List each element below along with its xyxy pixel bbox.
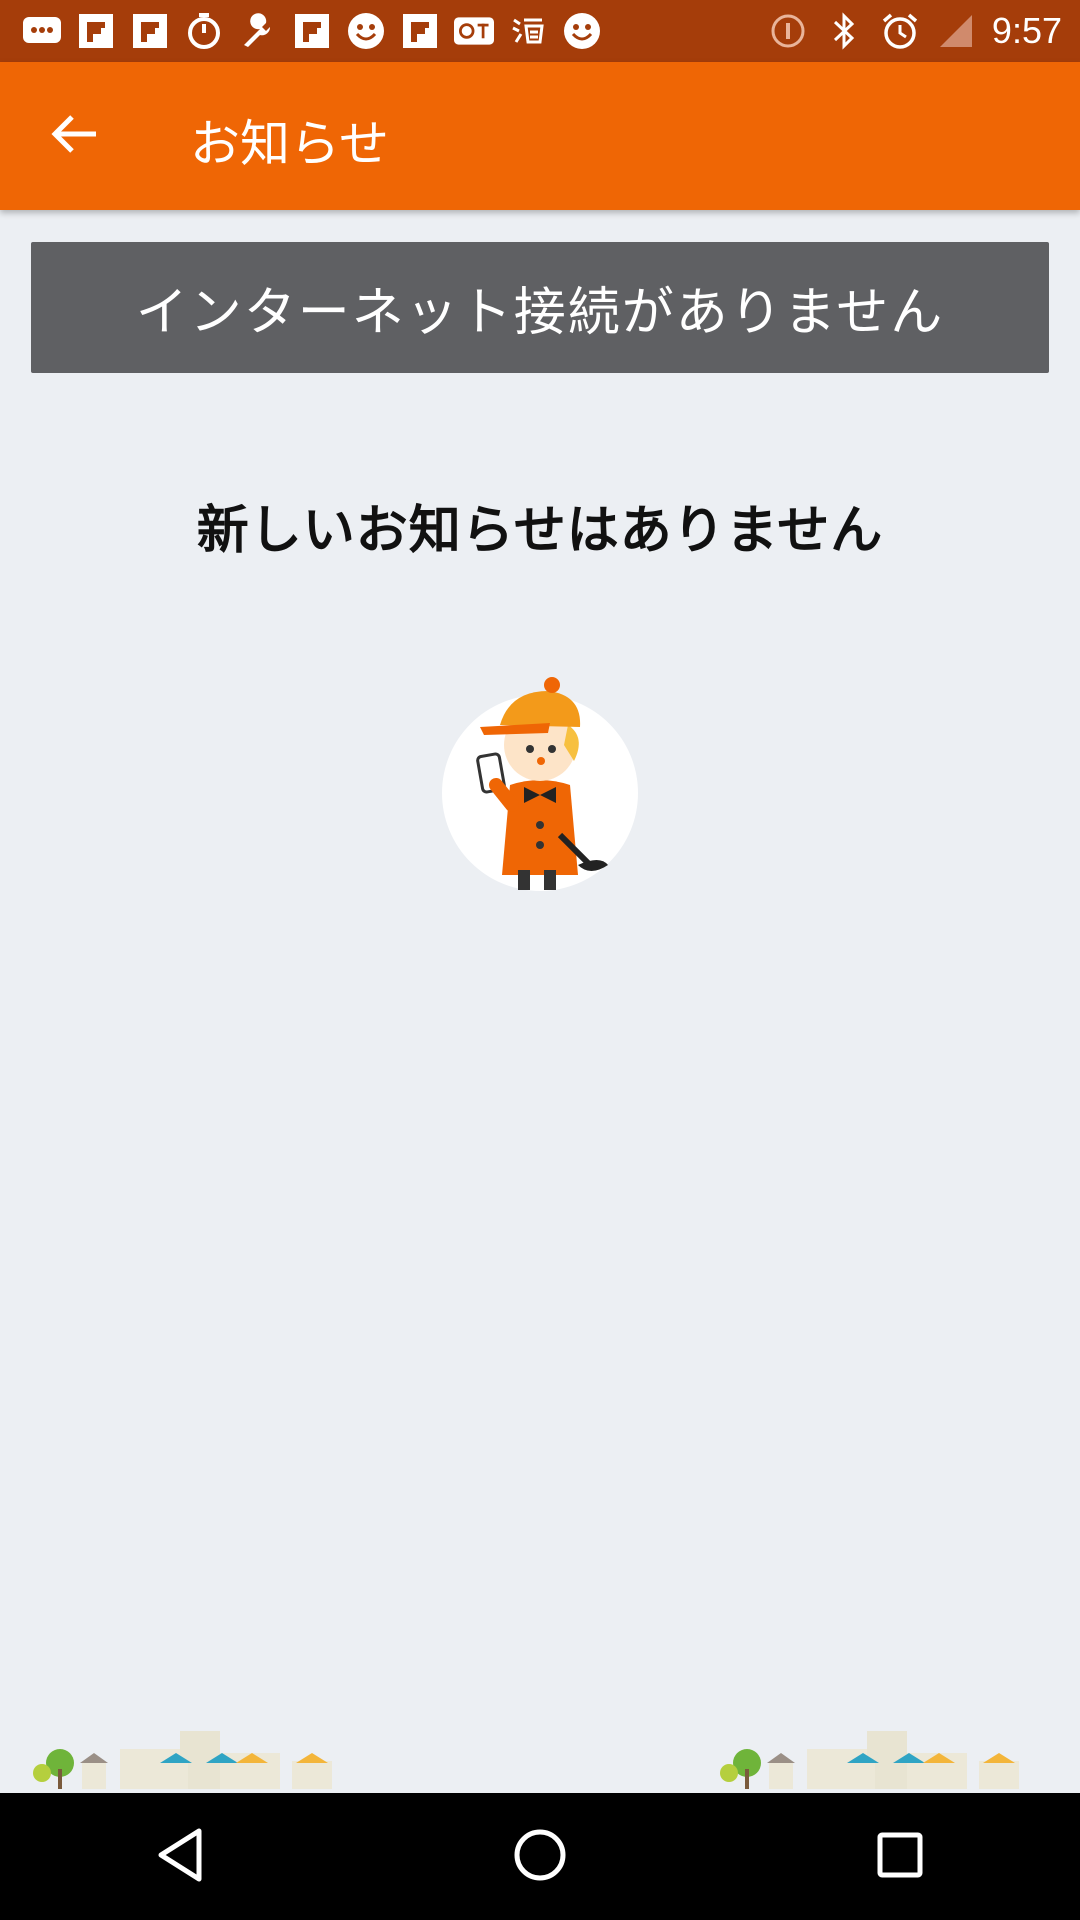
alarm-icon (880, 11, 920, 51)
flipboard-icon (400, 11, 440, 51)
system-icons: 9:57 (768, 10, 1080, 52)
arrow-back-icon (50, 113, 98, 159)
nav-home-button[interactable] (480, 1797, 600, 1917)
timer-icon (184, 11, 224, 51)
status-bar: 9:57 (0, 0, 1080, 62)
navigation-bar (0, 1793, 1080, 1920)
flipboard-icon (76, 11, 116, 51)
notification-icons (0, 11, 602, 51)
recents-square-icon (876, 1831, 924, 1883)
signal-off-icon (936, 11, 976, 51)
banner-text: インターネット接続がありません (135, 283, 945, 343)
flipboard-icon (292, 11, 332, 51)
empty-state-message: 新しいお知らせはありません (196, 501, 884, 561)
app-bar: お知らせ (0, 62, 1080, 210)
qq-icon (454, 11, 494, 51)
message-icon (22, 11, 62, 51)
info-circle-icon (768, 11, 808, 51)
taobao-icon (508, 11, 548, 51)
back-triangle-icon (155, 1827, 205, 1887)
flipboard-icon (130, 11, 170, 51)
town-illustration (30, 1723, 350, 1793)
town-illustration (717, 1723, 1037, 1793)
page-title: お知らせ (190, 115, 389, 173)
wrench-icon (238, 11, 278, 51)
home-circle-icon (513, 1828, 567, 1886)
back-button[interactable] (40, 106, 108, 166)
nav-back-button[interactable] (120, 1797, 240, 1917)
smiley-icon (346, 11, 386, 51)
status-time: 9:57 (991, 10, 1062, 51)
nav-recents-button[interactable] (840, 1797, 960, 1917)
bluetooth-icon (824, 11, 864, 51)
smiley-icon (562, 11, 602, 51)
no-internet-banner: インターネット接続がありません (31, 242, 1049, 373)
detective-mascot-illustration (440, 665, 640, 895)
